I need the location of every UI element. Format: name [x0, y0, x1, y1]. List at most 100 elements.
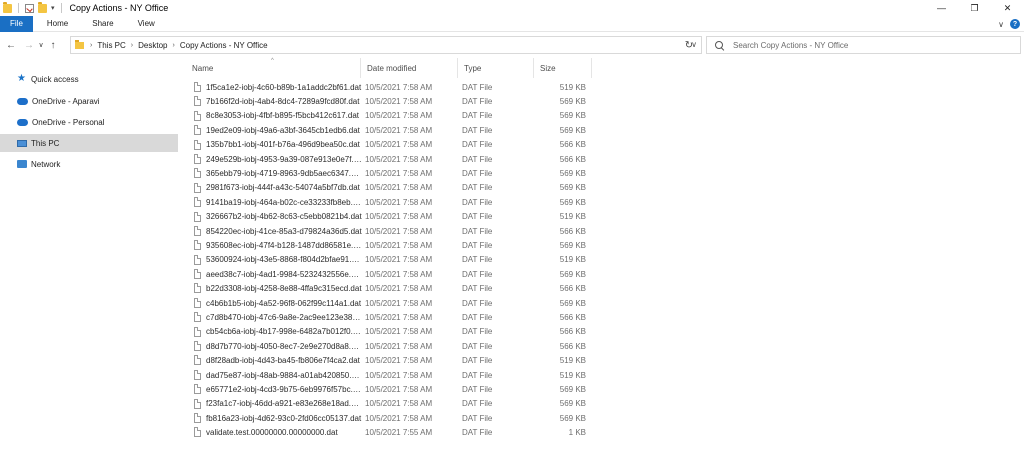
file-date: 10/5/2021 7:58 AM [365, 97, 433, 107]
file-type: DAT File [462, 169, 493, 179]
table-row[interactable]: 53600924-iobj-43e5-8868-f804d2bfae91.dat… [186, 253, 592, 267]
table-row[interactable]: aeed38c7-iobj-4ad1-9984-5232432556e.dat 1… [186, 267, 592, 281]
tab-home[interactable]: Home [35, 16, 80, 32]
close-button[interactable]: ✕ [991, 0, 1024, 16]
new-folder-icon[interactable] [38, 1, 47, 13]
table-row[interactable]: dad75e87-iobj-48ab-9884-a01ab420850.dat 1… [186, 368, 592, 382]
tab-file[interactable]: File [0, 15, 33, 32]
search-box[interactable]: Search Copy Actions - NY Office [706, 36, 1021, 54]
sidebar-item-onedrive-personal[interactable]: OneDrive - Personal [0, 113, 178, 131]
file-name: b22d3308-iobj-4258-8e88-4ffa9c315ecd.dat [206, 284, 362, 294]
table-row[interactable]: 935608ec-iobj-47f4-b128-1487dd86581e.dat… [186, 238, 592, 252]
file-size: 566 KB [559, 154, 586, 164]
file-name: aeed38c7-iobj-4ad1-9984-5232432556e.dat [206, 269, 362, 279]
table-row[interactable]: fb816a23-iobj-4d62-93c0-2fd06cc05137.dat… [186, 411, 592, 425]
refresh-button[interactable]: ↻ [681, 37, 697, 53]
file-name: 326667b2-iobj-4b62-8c63-c5ebb0821b4.dat [206, 212, 362, 222]
table-row[interactable]: 365ebb79-iobj-4719-8963-9db5aec6347.dat 1… [186, 166, 592, 180]
file-size: 566 KB [559, 140, 586, 150]
table-row[interactable]: 8c8e3053-iobj-4fbf-b895-f5bcb412c617.dat… [186, 109, 592, 123]
file-date: 10/5/2021 7:58 AM [365, 399, 433, 409]
properties-icon[interactable] [25, 3, 34, 13]
computer-icon [17, 139, 27, 147]
table-row[interactable]: 7b166f2d-iobj-4ab4-8dc4-7289a9fcd80f.dat… [186, 94, 592, 108]
window-title: Copy Actions - NY Office [69, 3, 169, 13]
customize-toolbar-dropdown[interactable]: ▾ [51, 4, 55, 12]
file-size: 566 KB [559, 226, 586, 236]
file-date: 10/5/2021 7:58 AM [365, 269, 433, 279]
table-row[interactable]: d8f28adb-iobj-4d43-ba45-fb806e7f4ca2.dat… [186, 353, 592, 367]
table-row[interactable]: 135b7bb1-iobj-401f-b76a-496d9bea50c.dat 1… [186, 138, 592, 152]
expand-ribbon-icon[interactable]: ∨ [998, 20, 1004, 29]
column-header-size[interactable]: Size [534, 58, 592, 78]
back-button[interactable]: ← [4, 37, 18, 53]
table-row[interactable]: d8d7b770-iobj-4050-8ec7-2e9e270d8a8.dat 1… [186, 339, 592, 353]
file-rows: 1f5ca1e2-iobj-4c60-b89b-1a1addc2bf61.dat… [186, 80, 592, 440]
tab-share[interactable]: Share [80, 16, 125, 32]
sidebar-item-label: This PC [31, 138, 60, 148]
dat-file-icon [194, 225, 201, 236]
table-row[interactable]: cb54cb6a-iobj-4b17-998e-6482a7b012f0.dat… [186, 325, 592, 339]
table-row[interactable]: 1f5ca1e2-iobj-4c60-b89b-1a1addc2bf61.dat… [186, 80, 592, 94]
navigation-pane: ★ Quick access OneDrive - Aparavi OneDri… [0, 58, 185, 475]
file-type: DAT File [462, 356, 493, 366]
breadcrumb-current-folder[interactable]: Copy Actions - NY Office [180, 41, 268, 50]
help-icon[interactable]: ? [1010, 19, 1020, 29]
table-row[interactable]: 2981f673-iobj-444f-a43c-54074a5bf7db.dat… [186, 181, 592, 195]
table-row[interactable]: c7d8b470-iobj-47c6-9a8e-2ac9ee123e38.dat… [186, 310, 592, 324]
column-header-name[interactable]: Name [186, 58, 361, 78]
file-type: DAT File [462, 327, 493, 337]
file-date: 10/5/2021 7:58 AM [365, 312, 433, 322]
table-row[interactable]: b22d3308-iobj-4258-8e88-4ffa9c315ecd.dat… [186, 281, 592, 295]
table-row[interactable]: f23fa1c7-iobj-46dd-a921-e83e268e18ad.dat… [186, 397, 592, 411]
table-row[interactable]: 326667b2-iobj-4b62-8c63-c5ebb0821b4.dat 1… [186, 210, 592, 224]
recent-locations-button[interactable]: ∨ [36, 37, 46, 53]
file-size: 569 KB [559, 111, 586, 121]
sidebar-item-onedrive-aparavi[interactable]: OneDrive - Aparavi [0, 92, 178, 110]
table-row[interactable]: 249e529b-iobj-4953-9a39-087e913e0e7f.dat… [186, 152, 592, 166]
file-date: 10/5/2021 7:58 AM [365, 183, 433, 193]
file-size: 569 KB [559, 97, 586, 107]
tab-view[interactable]: View [126, 16, 167, 32]
file-date: 10/5/2021 7:58 AM [365, 255, 433, 265]
table-row[interactable]: c4b6b1b5-iobj-4a52-96f8-062f99c114a1.dat… [186, 296, 592, 310]
column-header-row: ^ Name Date modified Type Size [186, 58, 592, 78]
minimize-button[interactable]: — [925, 0, 958, 16]
file-name: d8f28adb-iobj-4d43-ba45-fb806e7f4ca2.dat [206, 356, 360, 366]
file-type: DAT File [462, 140, 493, 150]
sidebar-item-this-pc[interactable]: This PC [0, 134, 178, 152]
breadcrumb-separator[interactable]: › [90, 42, 92, 49]
dat-file-icon [194, 182, 201, 193]
dat-file-icon [194, 369, 201, 380]
file-size: 519 KB [559, 370, 586, 380]
file-size: 569 KB [559, 399, 586, 409]
dat-file-icon [194, 211, 201, 222]
file-name: fb816a23-iobj-4d62-93c0-2fd06cc05137.dat [206, 413, 362, 423]
forward-button[interactable]: → [22, 37, 36, 53]
file-type: DAT File [462, 154, 493, 164]
file-type: DAT File [462, 82, 493, 92]
table-row[interactable]: e65771e2-iobj-4cd3-9b75-6eb9976f57bc.dat… [186, 382, 592, 396]
column-header-date-modified[interactable]: Date modified [361, 58, 458, 78]
up-button[interactable]: ↑ [46, 37, 60, 53]
column-header-type[interactable]: Type [458, 58, 534, 78]
breadcrumb-this-pc[interactable]: This PC [97, 41, 125, 50]
table-row[interactable]: validate.test.00000000.00000000.dat 10/5/… [186, 425, 592, 439]
table-row[interactable]: 19ed2e09-iobj-49a6-a3bf-3645cb1edb6.dat 1… [186, 123, 592, 137]
file-type: DAT File [462, 284, 493, 294]
table-row[interactable]: 9141ba19-iobj-464a-b02c-ce33233fb8eb.dat… [186, 195, 592, 209]
breadcrumb-desktop[interactable]: Desktop [138, 41, 167, 50]
file-type: DAT File [462, 255, 493, 265]
file-date: 10/5/2021 7:58 AM [365, 169, 433, 179]
sidebar-item-network[interactable]: Network [0, 155, 178, 173]
address-bar[interactable]: › This PC › Desktop › Copy Actions - NY … [70, 36, 702, 54]
file-size: 519 KB [559, 356, 586, 366]
file-date: 10/5/2021 7:58 AM [365, 298, 433, 308]
maximize-button[interactable]: ❐ [958, 0, 991, 16]
dat-file-icon [194, 110, 201, 121]
table-row[interactable]: 854220ec-iobj-41ce-85a3-d79824a36d5.dat 1… [186, 224, 592, 238]
search-input[interactable]: Search Copy Actions - NY Office [733, 41, 848, 50]
breadcrumb-separator[interactable]: › [173, 42, 175, 49]
sidebar-item-quick-access[interactable]: ★ Quick access [0, 70, 178, 88]
breadcrumb-separator[interactable]: › [131, 42, 133, 49]
